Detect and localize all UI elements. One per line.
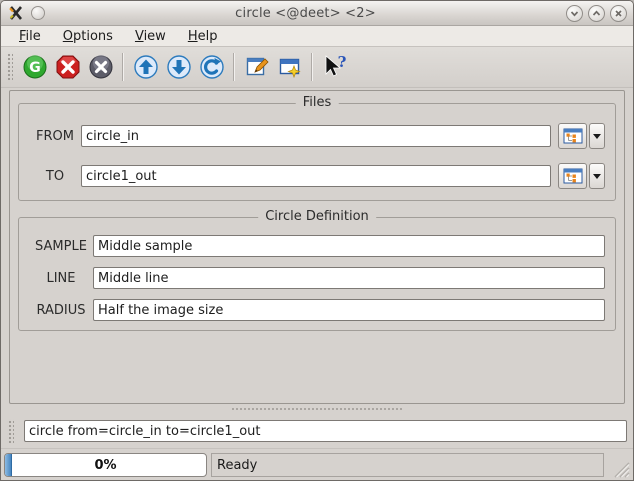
- svg-text:?: ?: [337, 54, 346, 71]
- circle-definition-groupbox: Circle Definition SAMPLE LINE RADIUS: [18, 217, 616, 331]
- svg-text:G: G: [29, 60, 41, 76]
- whats-this-help-button[interactable]: ?: [319, 52, 350, 83]
- line-label: LINE: [29, 271, 93, 286]
- menu-file[interactable]: File: [11, 28, 49, 45]
- dropdown-arrow-icon: [593, 134, 601, 139]
- radius-input[interactable]: [93, 299, 605, 321]
- new-window-icon: [277, 54, 303, 80]
- command-bar: [1, 414, 633, 448]
- toolbar-separator: [233, 53, 235, 81]
- arrow-up-icon: [133, 54, 159, 80]
- move-up-button[interactable]: [130, 52, 161, 83]
- file-tree-icon: [563, 128, 583, 144]
- menu-view[interactable]: View: [127, 28, 174, 45]
- menu-help[interactable]: Help: [180, 28, 226, 45]
- go-icon: G: [22, 54, 48, 80]
- edit-button[interactable]: [241, 52, 272, 83]
- window-title: circle <@deet> <2>: [45, 6, 566, 21]
- maximize-button[interactable]: [588, 5, 605, 22]
- radius-row: RADIUS: [29, 297, 605, 323]
- from-browse-button[interactable]: [558, 123, 587, 149]
- chevron-down-icon: [570, 9, 579, 18]
- to-input[interactable]: [81, 165, 551, 187]
- go-button[interactable]: G: [19, 52, 50, 83]
- sample-input[interactable]: [93, 235, 605, 257]
- progress-bar: 0%: [4, 453, 207, 477]
- toolbar-drag-handle[interactable]: [6, 52, 13, 82]
- minimize-button[interactable]: [566, 5, 583, 22]
- files-groupbox: Files FROM: [18, 103, 616, 201]
- command-line-input[interactable]: [24, 420, 627, 442]
- x11-app-icon: [8, 5, 24, 21]
- circle-definition-legend: Circle Definition: [258, 209, 376, 224]
- titlebar[interactable]: circle <@deet> <2>: [1, 1, 633, 26]
- line-input[interactable]: [93, 267, 605, 289]
- whats-this-icon: ?: [321, 54, 349, 80]
- new-window-button[interactable]: [274, 52, 305, 83]
- close-icon: [614, 9, 623, 18]
- redo-icon: [199, 54, 225, 80]
- app-window: circle <@deet> <2> File Options: [0, 0, 634, 481]
- menubar: File Options View Help: [1, 26, 633, 47]
- from-row: FROM: [29, 123, 605, 149]
- menu-options[interactable]: Options: [55, 28, 121, 45]
- from-label: FROM: [29, 129, 81, 144]
- to-label: TO: [29, 169, 81, 184]
- to-dropdown-button[interactable]: [589, 163, 605, 189]
- command-bar-drag-handle[interactable]: [7, 419, 14, 443]
- arrow-down-icon: [166, 54, 192, 80]
- resize-grip[interactable]: [612, 460, 630, 478]
- stop-icon: [55, 54, 81, 80]
- chevron-up-icon: [592, 9, 601, 18]
- close-button[interactable]: [610, 5, 627, 22]
- close-window-button[interactable]: [85, 52, 116, 83]
- from-dropdown-button[interactable]: [589, 123, 605, 149]
- sample-row: SAMPLE: [29, 233, 605, 259]
- file-tree-icon: [563, 168, 583, 184]
- status-bar: 0% Ready: [1, 448, 633, 481]
- line-row: LINE: [29, 265, 605, 291]
- toolbar-separator: [122, 53, 124, 81]
- close-circle-icon: [88, 54, 114, 80]
- status-message: Ready: [211, 453, 604, 477]
- toolbar: G: [1, 47, 633, 88]
- stop-button[interactable]: [52, 52, 83, 83]
- sample-label: SAMPLE: [29, 239, 93, 254]
- dropdown-arrow-icon: [593, 174, 601, 179]
- to-row: TO: [29, 163, 605, 189]
- splitter-handle[interactable]: [231, 407, 403, 412]
- to-browse-button[interactable]: [558, 163, 587, 189]
- redo-button[interactable]: [196, 52, 227, 83]
- files-legend: Files: [296, 95, 339, 110]
- radius-label: RADIUS: [29, 303, 93, 318]
- from-input[interactable]: [81, 125, 551, 147]
- progress-label: 0%: [5, 454, 206, 476]
- window-menu-button[interactable]: [7, 4, 25, 22]
- parameters-panel: Files FROM: [9, 90, 625, 404]
- edit-icon: [244, 54, 270, 80]
- move-down-button[interactable]: [163, 52, 194, 83]
- sticky-button[interactable]: [31, 6, 45, 20]
- toolbar-separator: [311, 53, 313, 81]
- splitter: [1, 404, 633, 414]
